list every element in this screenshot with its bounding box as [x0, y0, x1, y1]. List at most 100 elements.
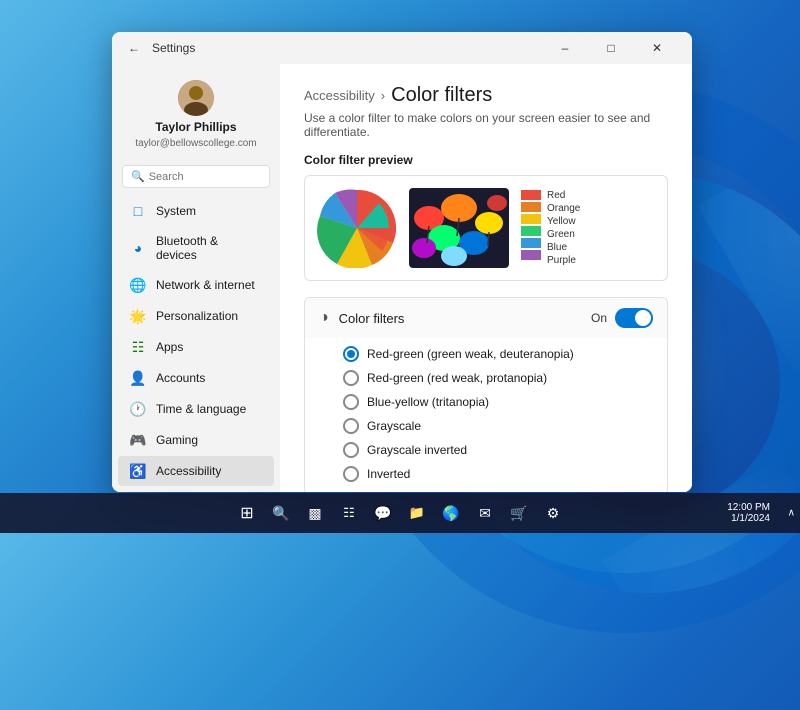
color-filters-card: ◑ Color filters On Red-green (green weak…	[304, 297, 668, 492]
user-profile: Taylor Phillips taylor@bellowscollege.co…	[112, 72, 280, 161]
search-box[interactable]: 🔍	[122, 165, 270, 188]
taskbar-time: 12:00 PM 1/1/2024	[727, 502, 770, 524]
radio-circle-grayscale	[343, 418, 359, 434]
toggle-on-label: On	[591, 311, 607, 325]
sidebar: Taylor Phillips taylor@bellowscollege.co…	[112, 64, 280, 492]
color-swatch-red	[521, 190, 541, 200]
radio-circle-grayscale-inverted	[343, 442, 359, 458]
sidebar-item-apps[interactable]: ☷ Apps	[118, 332, 274, 362]
search-icon: 🔍	[131, 170, 145, 183]
sidebar-label-accounts: Accounts	[156, 371, 205, 385]
pie-chart	[317, 188, 397, 268]
sidebar-label-bluetooth: Bluetooth & devices	[156, 234, 262, 262]
breadcrumb-parent[interactable]: Accessibility	[304, 88, 375, 103]
color-filters-toggle[interactable]	[615, 308, 653, 328]
swatch-label-green: Green	[547, 229, 580, 240]
user-name: Taylor Phillips	[155, 120, 236, 134]
time-icon: 🕐	[130, 401, 146, 417]
radio-option-grayscale-inverted[interactable]: Grayscale inverted	[343, 442, 653, 458]
chat-button[interactable]: 💬	[369, 499, 397, 527]
user-email: taylor@bellowscollege.com	[135, 138, 256, 149]
maximize-button[interactable]: □	[588, 32, 634, 64]
start-button[interactable]: ⊞	[233, 499, 261, 527]
sidebar-item-accounts[interactable]: 👤 Accounts	[118, 363, 274, 393]
umbrella-photo	[409, 188, 509, 268]
radio-option-blue-yellow[interactable]: Blue-yellow (tritanopia)	[343, 394, 653, 410]
radio-option-grayscale[interactable]: Grayscale	[343, 418, 653, 434]
window-title: Settings	[152, 41, 542, 55]
gaming-icon: 🎮	[130, 432, 146, 448]
accounts-icon: 👤	[130, 370, 146, 386]
breadcrumb: Accessibility › Color filters	[304, 84, 668, 107]
taskview-button[interactable]: ▩	[301, 499, 329, 527]
radio-circle-blue-yellow	[343, 394, 359, 410]
sidebar-item-bluetooth[interactable]: ◕ Bluetooth & devices	[118, 227, 274, 269]
close-button[interactable]: ✕	[634, 32, 680, 64]
sidebar-item-gaming[interactable]: 🎮 Gaming	[118, 425, 274, 455]
radio-option-inverted[interactable]: Inverted	[343, 466, 653, 482]
radio-circle-red-green-deut	[343, 346, 359, 362]
store-button[interactable]: 🛒	[505, 499, 533, 527]
swatch-label-blue: Blue	[547, 242, 580, 253]
color-filter-options: Red-green (green weak, deuteranopia) Red-…	[305, 338, 667, 492]
swatch-label-yellow: Yellow	[547, 216, 580, 227]
color-filters-label: Color filters	[339, 311, 581, 326]
sidebar-label-apps: Apps	[156, 340, 183, 354]
sidebar-label-system: System	[156, 204, 196, 218]
sidebar-label-personalization: Personalization	[156, 309, 238, 323]
nav-list: □ System ◕ Bluetooth & devices 🌐 Network & in…	[112, 196, 280, 492]
color-filter-icon: ◑	[319, 309, 329, 327]
search-input[interactable]	[149, 171, 280, 183]
sidebar-item-network[interactable]: 🌐 Network & internet	[118, 270, 274, 300]
sidebar-item-time[interactable]: 🕐 Time & language	[118, 394, 274, 424]
back-button[interactable]: ←	[124, 38, 144, 58]
title-bar: ← Settings – □ ✕	[112, 32, 692, 64]
network-icon: 🌐	[130, 277, 146, 293]
breadcrumb-separator: ›	[381, 88, 385, 103]
widgets-button[interactable]: ☷	[335, 499, 363, 527]
color-swatches-container: RedOrangeYellowGreenBluePurple	[521, 190, 580, 266]
edge-button[interactable]: 🌎	[437, 499, 465, 527]
color-swatch-yellow	[521, 214, 541, 224]
color-filter-preview: RedOrangeYellowGreenBluePurple	[304, 175, 668, 281]
radio-circle-red-green-prot	[343, 370, 359, 386]
sidebar-item-system[interactable]: □ System	[118, 196, 274, 226]
sidebar-label-network: Network & internet	[156, 278, 255, 292]
color-swatch-orange	[521, 202, 541, 212]
sidebar-label-gaming: Gaming	[156, 433, 198, 447]
sidebar-item-accessibility[interactable]: ♿ Accessibility	[118, 456, 274, 486]
radio-label-red-green-deut: Red-green (green weak, deuteranopia)	[367, 347, 574, 361]
page-title: Color filters	[391, 84, 492, 107]
minimize-button[interactable]: –	[542, 32, 588, 64]
sidebar-item-personalization[interactable]: 🌟Personalization	[118, 301, 274, 331]
apps-icon: ☷	[130, 339, 146, 355]
main-content: Accessibility › Color filters Use a colo…	[280, 64, 692, 492]
window-body: Taylor Phillips taylor@bellowscollege.co…	[112, 64, 692, 492]
radio-label-inverted: Inverted	[367, 467, 410, 481]
bluetooth-icon: ◕	[130, 240, 146, 256]
swatch-label-orange: Orange	[547, 203, 580, 214]
mail-button[interactable]: ✉	[471, 499, 499, 527]
color-swatch-green	[521, 226, 541, 236]
color-filters-toggle-group: On	[591, 308, 653, 328]
swatch-label-column: RedOrangeYellowGreenBluePurple	[547, 190, 580, 266]
taskbar: ⊞ 🔍 ▩ ☷ 💬 📁 🌎 ✉ 🛒 ⚙ 12:00 PM 1/1/2024 ∧	[0, 493, 800, 533]
explorer-button[interactable]: 📁	[403, 499, 431, 527]
sidebar-label-accessibility: Accessibility	[156, 464, 221, 478]
radio-label-grayscale: Grayscale	[367, 419, 421, 433]
settings-window: ← Settings – □ ✕ Taylor Phillips tayl	[112, 32, 692, 492]
swatch-label-purple: Purple	[547, 255, 580, 266]
show-hidden-icons[interactable]: ∧	[788, 508, 795, 519]
radio-option-red-green-deut[interactable]: Red-green (green weak, deuteranopia)	[343, 346, 653, 362]
window-controls: – □ ✕	[542, 32, 680, 64]
sidebar-item-security[interactable]: 🛡Security & privacy	[118, 487, 274, 492]
radio-label-grayscale-inverted: Grayscale inverted	[367, 443, 467, 457]
system-icon: □	[130, 203, 146, 219]
toggle-thumb	[635, 310, 651, 326]
accessibility-icon: ♿	[130, 463, 146, 479]
search-taskbar-button[interactable]: 🔍	[267, 499, 295, 527]
settings-taskbar-button[interactable]: ⚙	[539, 499, 567, 527]
radio-option-red-green-prot[interactable]: Red-green (red weak, protanopia)	[343, 370, 653, 386]
sidebar-label-time: Time & language	[156, 402, 246, 416]
swatch-column	[521, 190, 541, 260]
